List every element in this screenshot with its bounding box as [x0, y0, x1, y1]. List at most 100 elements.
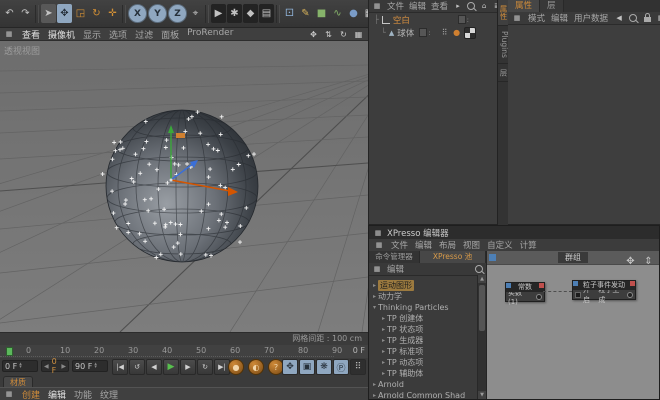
loop-button[interactable]: ↻ [197, 359, 213, 375]
attribute-menu-item-2[interactable]: 用户数据 [574, 12, 608, 24]
current-frame-field[interactable]: 0 F [2, 360, 38, 372]
record-parameter-button[interactable]: Ⓟ [333, 359, 349, 375]
viewport-menu-item-2[interactable]: 显示 [83, 28, 101, 41]
material-menu-item-3[interactable]: 纹理 [100, 388, 118, 400]
frame-mini-slider[interactable]: 0 F [41, 360, 69, 372]
record-position-button[interactable]: ✥ [282, 359, 298, 375]
grid-icon[interactable]: ▦ [656, 13, 660, 23]
coordinate-system-icon[interactable]: ⌖ [188, 4, 203, 23]
axis-y-lock-icon[interactable]: Y [148, 4, 167, 23]
rotate-icon[interactable]: ↻ [89, 4, 104, 23]
viewport-menu-item-4[interactable]: 过滤 [135, 28, 153, 41]
pool-tree-item-0[interactable]: ▸运动图形 [369, 280, 477, 291]
rotate-view-icon[interactable]: ↻ [338, 29, 349, 40]
xpresso-menu-item-2[interactable]: 布局 [439, 239, 456, 251]
visibility-toggle[interactable] [419, 28, 427, 37]
autokey-button[interactable]: ◐ [248, 359, 264, 375]
object-manager-menu-item-1[interactable]: 编辑 [409, 0, 426, 12]
record-pla-button[interactable]: ⠿ [350, 359, 366, 375]
record-rotation-button[interactable]: ❋ [316, 359, 332, 375]
attribute-panel-menu-icon[interactable]: ▦ [512, 13, 522, 23]
primitive-cube-icon[interactable]: ■ [314, 4, 329, 23]
xgroup-input-port[interactable] [489, 254, 496, 261]
spline-icon[interactable]: ∿ [330, 4, 345, 23]
search-icon[interactable] [628, 13, 638, 23]
scroll-down-icon[interactable]: ▼ [478, 391, 486, 399]
node-title[interactable]: 粒子事件发动 [573, 281, 635, 290]
pool-tree-item-5[interactable]: ▸TP 生成器 [369, 335, 477, 346]
pool-tree-item-9[interactable]: ▸Arnold [369, 379, 477, 390]
switch-view-icon[interactable]: ▦ [353, 29, 364, 40]
play-button[interactable]: ▶ [163, 359, 179, 375]
search-icon[interactable] [466, 1, 476, 11]
xpresso-panel-menu-icon[interactable]: ▦ [374, 240, 384, 250]
viewport-menu-item-5[interactable]: 面板 [161, 28, 179, 41]
material-menu-item-1[interactable]: 编辑 [48, 388, 66, 400]
move-icon[interactable]: ✥ [57, 4, 72, 23]
scale-icon[interactable]: ◲ [73, 4, 88, 23]
scrollbar-thumb[interactable] [479, 285, 485, 331]
pool-tree-item-4[interactable]: ▸TP 状态项 [369, 324, 477, 335]
fit-graph-icon[interactable]: ⇕ [641, 252, 656, 271]
viewport[interactable]: 透视视图 [0, 41, 368, 332]
attribute-menu-item-0[interactable]: 模式 [528, 12, 545, 24]
xpresso-menu-item-5[interactable]: 计算 [520, 239, 537, 251]
environment-icon[interactable]: ● [346, 4, 361, 23]
xgroup-header[interactable]: 群组 ✥⇕ [487, 251, 659, 265]
object-row-sphere[interactable]: └ ▲ 球体 : ⠿● [369, 26, 497, 39]
viewport-menu-item-0[interactable]: 查看 [22, 28, 40, 41]
object-manager-menu-item-2[interactable]: 查看 [431, 0, 448, 12]
viewport-view-label[interactable]: 透视视图 [4, 44, 40, 57]
node-connection-wire[interactable] [543, 291, 572, 292]
zoom-view-icon[interactable]: ⇅ [323, 29, 334, 40]
viewport-menu-item-3[interactable]: 选项 [109, 28, 127, 41]
pool-tree-item-8[interactable]: ▸TP 辅助体 [369, 368, 477, 379]
goto-start-button[interactable]: |◀ [112, 359, 128, 375]
search-icon[interactable] [475, 265, 483, 273]
tab-命令管理器[interactable]: 命令管理器 [369, 251, 420, 263]
pool-panel-menu-icon[interactable]: ▦ [372, 264, 382, 274]
viewport-menu-item-6[interactable]: ProRender [187, 28, 233, 41]
pool-tree-item-3[interactable]: ▸TP 创建体 [369, 313, 477, 324]
live-selection-icon[interactable]: ➤ [41, 4, 56, 23]
viewport-canvas[interactable] [0, 41, 368, 332]
axis-z-lock-icon[interactable]: Z [168, 4, 187, 23]
previous-frame-button[interactable]: ◀ [146, 359, 162, 375]
viewport-menu-item-1[interactable]: 摄像机 [48, 28, 75, 41]
object-label[interactable]: 空白 [393, 14, 410, 26]
lock-icon[interactable] [642, 13, 652, 23]
node-title[interactable]: 常数 [506, 283, 544, 292]
render-settings-icon[interactable]: ✱ [227, 4, 242, 23]
object-label[interactable]: 球体 [397, 27, 414, 39]
xgroup-title[interactable]: 群组 [558, 252, 588, 263]
pool-tree-item-6[interactable]: ▸TP 标准项 [369, 346, 477, 357]
xpresso-menu-item-1[interactable]: 编辑 [415, 239, 432, 251]
next-frame-button[interactable]: ▶ [180, 359, 196, 375]
scroll-up-icon[interactable]: ▲ [478, 275, 486, 283]
sphere-object[interactable] [101, 110, 258, 262]
render-view-icon[interactable]: ▶ [211, 4, 226, 23]
object-row-null[interactable]: ├ 空白 : [369, 13, 497, 26]
overflow-icon[interactable]: ▸ [453, 1, 463, 11]
material-menu-item-0[interactable]: 创建 [22, 388, 40, 400]
pen-icon[interactable]: ✎ [298, 4, 313, 23]
xpresso-node-constant[interactable]: 常数 实数 (1) [505, 282, 545, 302]
pool-scrollbar[interactable]: ▲ ▼ [477, 275, 486, 399]
render-team-icon[interactable]: ◆ [243, 4, 258, 23]
phong-tag-icon[interactable]: ● [452, 28, 462, 38]
redo-icon[interactable]: ↷ [18, 4, 33, 23]
xpresso-graph-area[interactable]: 群组 ✥⇕ 常数 实数 (1) 粒子事件发动 开启 粒子生成 [487, 251, 659, 399]
xpresso-title-bar[interactable]: ▦ XPresso 编辑器 [369, 226, 659, 239]
pool-tree-item-10[interactable]: ▸Arnold Common Shad [369, 390, 477, 399]
timeline-playhead[interactable] [6, 347, 13, 356]
xpresso-node-particle[interactable]: 粒子事件发动 开启 粒子生成 [572, 280, 636, 300]
play-backward-button[interactable]: ↺ [129, 359, 145, 375]
attribute-menu-item-1[interactable]: 编辑 [551, 12, 568, 24]
material-menu-item-2[interactable]: 功能 [74, 388, 92, 400]
frame-stepper[interactable] [19, 363, 22, 369]
end-frame-stepper[interactable] [94, 363, 97, 369]
pool-menu-item-0[interactable]: 编辑 [387, 263, 404, 275]
xpresso-menu-item-4[interactable]: 自定义 [487, 239, 513, 251]
axis-x-lock-icon[interactable]: X [128, 4, 147, 23]
xpresso-tag-icon[interactable] [464, 27, 476, 39]
